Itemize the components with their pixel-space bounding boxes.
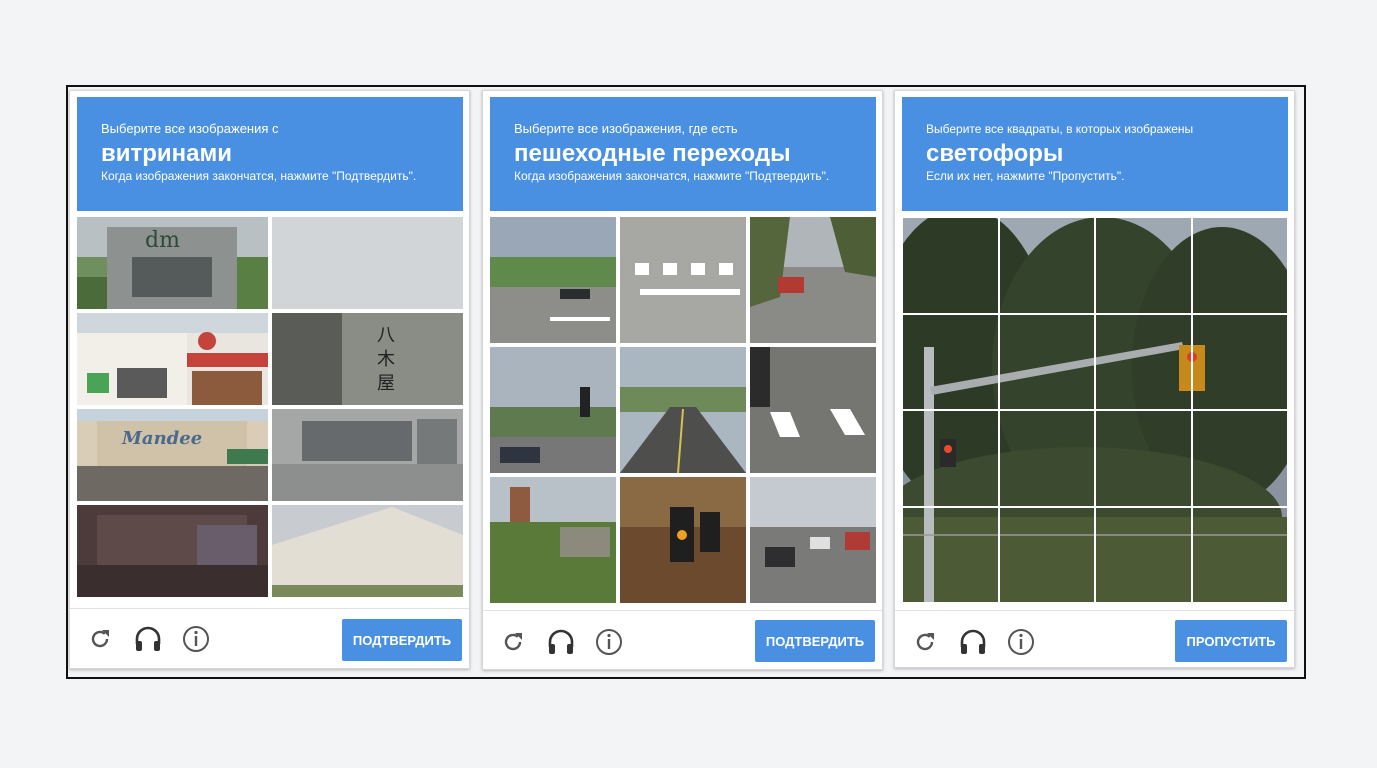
grid-cell[interactable] [1095,506,1192,603]
captcha-header: Выберите все изображения, где есть пешех… [490,97,876,211]
captcha-widget-crosswalks: Выберите все изображения, где есть пешех… [482,90,883,670]
image-tile[interactable] [77,505,268,597]
info-icon[interactable] [594,627,624,657]
grid-cell[interactable] [1095,217,1192,314]
headphones-icon[interactable] [958,627,988,657]
image-tile[interactable] [620,217,746,343]
image-tile[interactable] [272,505,463,597]
instruction-text: Выберите все изображения, где есть [514,121,738,136]
image-tile[interactable]: 八 木 屋 [272,313,463,405]
image-tile[interactable] [490,477,616,603]
grid-cell[interactable] [902,217,999,314]
grid-cell[interactable] [998,410,1095,507]
image-tile[interactable] [750,217,876,343]
image-tile[interactable] [490,347,616,473]
grid-cell[interactable] [902,506,999,603]
svg-text:dm: dm [145,228,180,253]
skip-button[interactable]: ПРОПУСТИТЬ [1175,620,1287,662]
captcha-widget-storefronts: Выберите все изображения с витринами Ког… [69,90,470,669]
grid-cell[interactable] [902,313,999,410]
instruction-text: Выберите все квадраты, в которых изображ… [926,122,1194,136]
grid-cell[interactable] [1191,410,1288,507]
image-grid [490,217,876,603]
image-tile[interactable] [272,217,463,309]
hint-text: Когда изображения закончатся, нажмите "П… [101,169,417,183]
image-tile[interactable] [620,477,746,603]
grid-cell[interactable] [998,506,1095,603]
grid-cell[interactable] [1191,313,1288,410]
image-grid: dm 八 木 屋 Mandee [77,217,463,601]
image-tile[interactable] [750,347,876,473]
reload-icon[interactable] [85,624,115,654]
image-tile[interactable] [272,409,463,501]
grid-cell[interactable] [902,410,999,507]
info-icon[interactable] [1006,627,1036,657]
image-tile[interactable]: Mandee [77,409,268,501]
grid-cell[interactable] [1191,217,1288,314]
image-tile[interactable]: dm [77,217,268,309]
verify-button[interactable]: ПОДТВЕРДИТЬ [755,620,875,662]
tile-selection-grid [902,217,1288,603]
grid-cell[interactable] [1191,506,1288,603]
svg-text:屋: 屋 [377,373,395,394]
footer-divider [70,608,469,609]
image-tile[interactable] [490,217,616,343]
info-icon[interactable] [181,624,211,654]
reload-icon[interactable] [910,627,940,657]
instruction-text: Выберите все изображения с [101,121,279,136]
hint-text: Если их нет, нажмите "Пропустить". [926,169,1125,183]
image-tile[interactable] [620,347,746,473]
captcha-widget-traffic-lights: Выберите все квадраты, в которых изображ… [894,90,1295,668]
svg-text:八: 八 [377,325,395,346]
target-label: пешеходные переходы [514,140,791,167]
grid-cell[interactable] [1095,313,1192,410]
grid-cell[interactable] [998,217,1095,314]
captcha-header: Выберите все квадраты, в которых изображ… [902,97,1288,211]
svg-text:木: 木 [377,349,395,370]
svg-text:Mandee: Mandee [121,428,202,449]
reload-icon[interactable] [498,627,528,657]
target-label: витринами [101,140,233,167]
grid-cell[interactable] [1095,410,1192,507]
footer-divider [483,610,882,611]
captcha-header: Выберите все изображения с витринами Ког… [77,97,463,211]
verify-button[interactable]: ПОДТВЕРДИТЬ [342,619,462,661]
hint-text: Когда изображения закончатся, нажмите "П… [514,169,830,183]
image-tile[interactable] [750,477,876,603]
headphones-icon[interactable] [133,624,163,654]
footer-divider [895,610,1294,611]
image-tile[interactable] [77,313,268,405]
target-label: светофоры [926,140,1064,167]
headphones-icon[interactable] [546,627,576,657]
grid-cell[interactable] [998,313,1095,410]
